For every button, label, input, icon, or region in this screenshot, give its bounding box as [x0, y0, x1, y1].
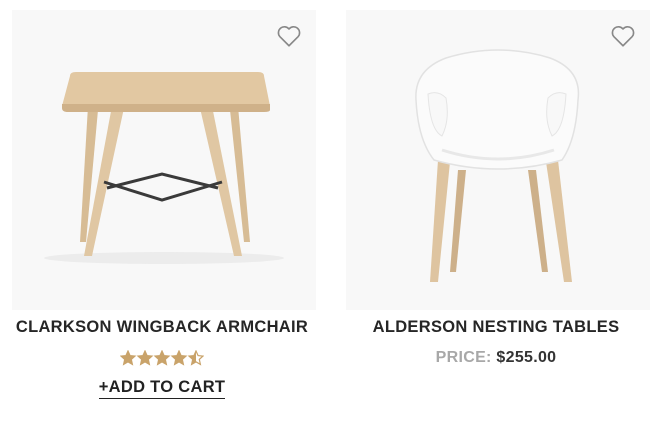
- wooden-table-image[interactable]: [12, 10, 316, 310]
- star-icon: [170, 349, 188, 366]
- rating-stars: [119, 349, 205, 366]
- price-value: $255.00: [496, 349, 557, 366]
- star-icon: [187, 349, 205, 366]
- price-label: PRICE:: [435, 349, 492, 366]
- white-chair-image[interactable]: [346, 10, 650, 310]
- product-card-2[interactable]: [346, 10, 650, 310]
- heart-icon[interactable]: [610, 24, 636, 48]
- price: PRICE: $255.00: [331, 349, 660, 367]
- product-title[interactable]: ALDERSON NESTING TABLES: [331, 318, 660, 337]
- star-rating: [0, 349, 324, 367]
- heart-icon[interactable]: [276, 24, 302, 48]
- add-to-cart-button[interactable]: +ADD TO CART: [98, 378, 226, 399]
- star-icon: [119, 349, 137, 366]
- add-to-cart-container: +ADD TO CART: [0, 378, 324, 399]
- star-icon: [136, 349, 154, 366]
- star-icon: [153, 349, 171, 366]
- product-title[interactable]: CLARKSON WINGBACK ARMCHAIR: [0, 318, 327, 337]
- product-card-1[interactable]: [12, 10, 316, 310]
